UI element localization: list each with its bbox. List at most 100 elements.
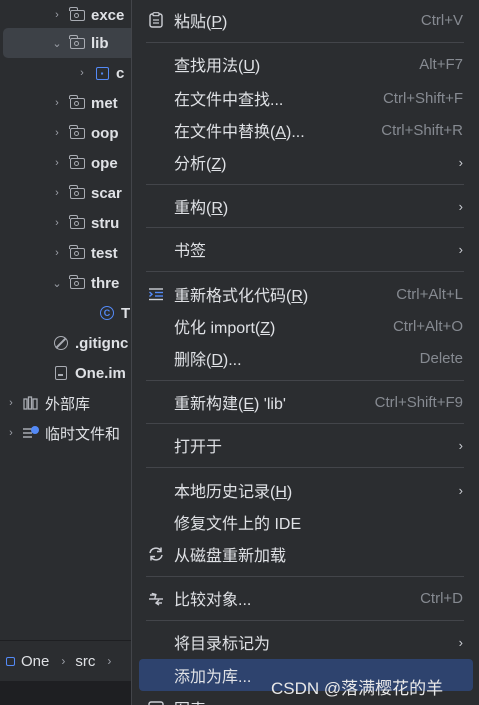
shortcut-label: Ctrl+V: [420, 11, 463, 29]
tree-item-scanner[interactable]: › scar: [52, 178, 140, 208]
tree-item-label: thre: [91, 274, 120, 292]
chevron-right-icon[interactable]: ›: [77, 67, 87, 79]
tree-item-method[interactable]: › met: [52, 88, 140, 118]
tree-item-lib[interactable]: ⌄ lib: [3, 28, 140, 58]
menu-separator: [146, 576, 464, 577]
menu-item-reload-from-disk[interactable]: 从磁盘重新加载: [139, 538, 473, 570]
menu-separator: [146, 271, 464, 272]
menu-item-reformat-code[interactable]: 重新格式化代码(R) Ctrl+Alt+L: [139, 278, 473, 310]
chevron-right-icon[interactable]: ›: [52, 97, 62, 109]
chevron-right-icon: ›: [458, 241, 463, 257]
chevron-right-icon: ›: [61, 654, 66, 668]
ignore-file-icon: [52, 335, 70, 351]
chevron-right-icon[interactable]: ›: [52, 157, 62, 169]
breadcrumb-item-src[interactable]: src ›: [75, 653, 121, 670]
folder-icon: [68, 214, 86, 231]
tree-item-scratches[interactable]: › 临时文件和: [6, 418, 140, 448]
library-icon: [22, 395, 40, 411]
tree-item-label: exce: [91, 6, 125, 24]
tree-item-gitignore[interactable]: .gitignc: [46, 328, 140, 358]
breadcrumb-item-project[interactable]: One ›: [6, 653, 75, 670]
menu-item-replace-in-files[interactable]: 在文件中替换(A)... Ctrl+Shift+R: [139, 114, 473, 146]
chevron-down-icon[interactable]: ⌄: [52, 37, 62, 50]
menu-item-mark-directory-as[interactable]: 将目录标记为 ›: [139, 626, 473, 658]
menu-item-repair-ide[interactable]: 修复文件上的 IDE: [139, 506, 473, 538]
folder-icon: [68, 124, 86, 141]
tree-item-thread[interactable]: ⌄ thre: [52, 268, 140, 298]
menu-item-compare-with[interactable]: 比较对象... Ctrl+D: [139, 582, 473, 614]
menu-item-rebuild[interactable]: 重新构建(E) 'lib' Ctrl+Shift+F9: [139, 386, 473, 418]
tree-item-label: 外部库: [45, 395, 91, 413]
menu-item-delete[interactable]: 删除(D)... Delete: [139, 342, 473, 374]
menu-item-open-in[interactable]: 打开于 ›: [139, 429, 473, 461]
watermark: CSDN @落满樱花的羊: [271, 679, 444, 698]
chevron-right-icon: ›: [107, 654, 112, 668]
menu-item-label: 将目录标记为: [174, 636, 271, 653]
tree-item-test[interactable]: › test: [52, 238, 140, 268]
iml-file-icon: [52, 365, 70, 381]
reload-icon: [145, 543, 167, 565]
menu-item-label: 图表: [174, 696, 206, 705]
clipboard-icon: [145, 9, 167, 31]
menu-item-optimize-imports[interactable]: 优化 import(Z) Ctrl+Alt+O: [139, 310, 473, 342]
reformat-icon: [145, 283, 167, 305]
shortcut-label: Delete: [419, 349, 463, 367]
chevron-right-icon[interactable]: ›: [52, 127, 62, 139]
menu-item-bookmarks[interactable]: 书签 ›: [139, 233, 473, 265]
menu-item-label: 比较对象...: [174, 592, 252, 609]
menu-separator: [146, 423, 464, 424]
menu-item-find-usages[interactable]: 查找用法(U) Alt+F7: [139, 48, 473, 80]
tree-item-external-libraries[interactable]: › 外部库: [6, 388, 140, 418]
menu-item-label: 添加为库...: [174, 669, 252, 686]
menu-item-label: 查找用法(U): [174, 58, 261, 75]
tree-item-operator[interactable]: › ope: [52, 148, 140, 178]
menu-item-label: 重新构建(E) 'lib': [174, 396, 286, 413]
tree-item-label: 临时文件和: [45, 425, 121, 443]
menu-item-label: 在文件中查找...: [174, 92, 284, 109]
menu-item-paste[interactable]: 粘贴(P) Ctrl+V: [139, 4, 473, 36]
folder-icon: [68, 154, 86, 171]
menu-item-local-history[interactable]: 本地历史记录(H) ›: [139, 474, 473, 506]
menu-item-analyze[interactable]: 分析(Z) ›: [139, 146, 473, 178]
menu-separator: [146, 184, 464, 185]
project-tree: › exce ⌄ lib › ▪ c › met › oop › ope › s…: [0, 0, 140, 640]
tree-item-exceptions[interactable]: › exce: [52, 0, 140, 30]
diagram-icon: [145, 697, 167, 705]
folder-icon: [68, 274, 86, 291]
tree-item-iml[interactable]: One.im: [46, 358, 140, 388]
chevron-right-icon: ›: [458, 198, 463, 214]
chevron-down-icon[interactable]: ⌄: [52, 277, 62, 290]
chevron-right-icon: ›: [458, 437, 463, 453]
chevron-right-icon[interactable]: ›: [52, 9, 62, 21]
chevron-right-icon: ›: [459, 701, 463, 705]
tree-item-label: oop: [91, 124, 119, 142]
scratch-icon: [22, 425, 40, 441]
menu-item-label: 粘贴(P): [174, 14, 228, 31]
menu-item-label: 书签: [174, 243, 207, 260]
tree-item-label: lib: [91, 34, 109, 52]
menu-item-label: 从磁盘重新加载: [174, 548, 287, 565]
menu-item-label: 在文件中替换(A)...: [174, 124, 305, 141]
tree-item-label: test: [91, 244, 118, 262]
folder-icon: [68, 94, 86, 111]
context-menu: 粘贴(P) Ctrl+V 查找用法(U) Alt+F7 在文件中查找... Ct…: [131, 0, 479, 705]
breadcrumb-label: One: [21, 652, 50, 670]
menu-separator: [146, 620, 464, 621]
chevron-right-icon[interactable]: ›: [52, 187, 62, 199]
menu-item-find-in-files[interactable]: 在文件中查找... Ctrl+Shift+F: [139, 82, 473, 114]
chevron-right-icon[interactable]: ›: [6, 397, 16, 409]
chevron-right-icon[interactable]: ›: [52, 247, 62, 259]
chevron-right-icon[interactable]: ›: [52, 217, 62, 229]
shortcut-label: Ctrl+Shift+F9: [374, 393, 463, 411]
tree-item-label: stru: [91, 214, 120, 232]
chevron-right-icon[interactable]: ›: [6, 427, 16, 439]
tree-item-label: ope: [91, 154, 118, 172]
tree-item-struct[interactable]: › stru: [52, 208, 140, 238]
tree-item-label: met: [91, 94, 118, 112]
tree-item-oop[interactable]: › oop: [52, 118, 140, 148]
menu-item-refactor[interactable]: 重构(R) ›: [139, 190, 473, 222]
menu-item-label: 本地历史记录(H): [174, 484, 293, 501]
menu-item-label: 重构(R): [174, 200, 229, 217]
menu-separator: [146, 42, 464, 43]
folder-icon: [68, 184, 86, 201]
